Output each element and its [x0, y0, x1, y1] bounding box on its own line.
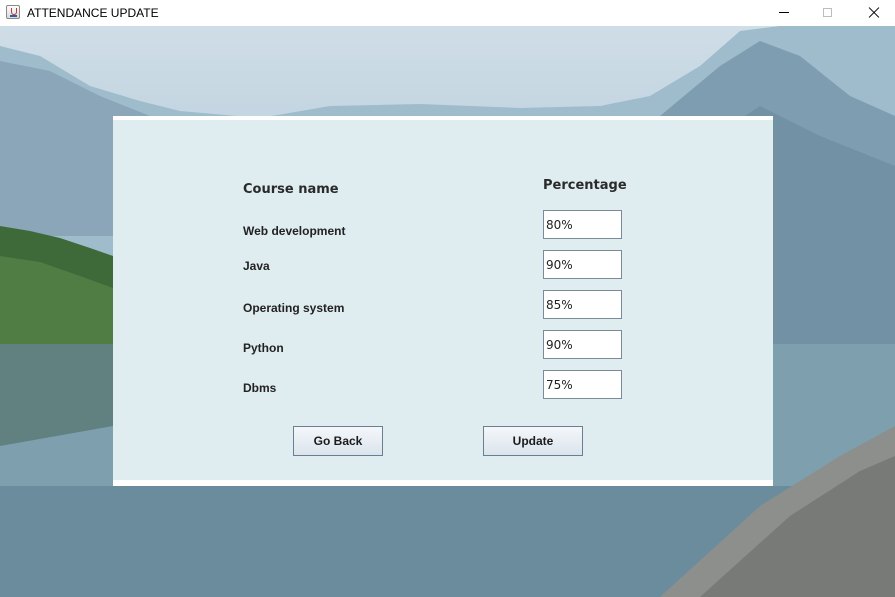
java-app-icon[interactable]	[6, 5, 20, 19]
course-name-header: Course name	[243, 182, 339, 197]
go-back-button[interactable]: Go Back	[293, 426, 383, 456]
attendance-form-panel: Course name Percentage Web development J…	[113, 116, 773, 486]
python-percentage-input[interactable]	[543, 330, 622, 359]
minimize-button[interactable]	[762, 0, 806, 26]
title-bar[interactable]: ATTENDANCE UPDATE	[0, 0, 895, 26]
operating-system-percentage-input[interactable]	[543, 290, 622, 319]
close-button[interactable]	[851, 0, 895, 26]
course-label-python: Python	[243, 341, 284, 355]
web-development-percentage-input[interactable]	[543, 210, 622, 239]
course-label-java: Java	[243, 259, 270, 273]
course-label-operating-system: Operating system	[243, 301, 345, 315]
percentage-header: Percentage	[543, 178, 627, 193]
course-label-web-development: Web development	[243, 224, 346, 238]
maximize-button[interactable]	[806, 0, 850, 26]
course-label-dbms: Dbms	[243, 381, 277, 395]
window-title: ATTENDANCE UPDATE	[27, 6, 159, 20]
dbms-percentage-input[interactable]	[543, 370, 622, 399]
java-percentage-input[interactable]	[543, 250, 622, 279]
update-button[interactable]: Update	[483, 426, 583, 456]
